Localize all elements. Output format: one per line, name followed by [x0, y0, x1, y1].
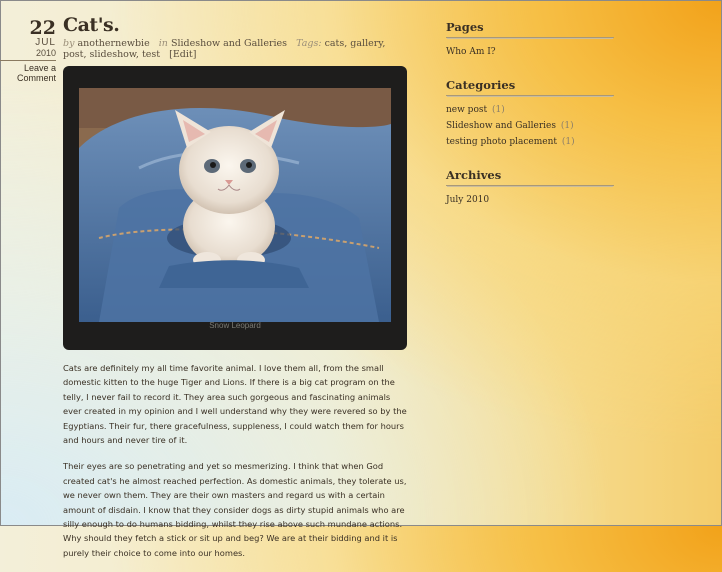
pages-list: Who Am I?: [446, 44, 614, 60]
category-count: (1): [561, 137, 575, 147]
post-date-month: JUL: [35, 37, 56, 48]
post-paragraph: Their eyes are so penetrating and yet so…: [63, 461, 407, 558]
archive-link-july-2010[interactable]: July 2010: [446, 192, 614, 208]
sidebar: Pages Who Am I? Categories new post (1) …: [446, 20, 614, 226]
post-image[interactable]: [79, 88, 391, 322]
category-item: Slideshow and Galleries (1): [446, 118, 614, 134]
category-count: (1): [560, 121, 574, 131]
page-link-who-am-i[interactable]: Who Am I?: [446, 44, 614, 60]
by-label: by: [63, 38, 75, 49]
edit-link[interactable]: [Edit]: [169, 49, 196, 60]
post-date-day: 22: [29, 17, 56, 39]
image-caption: Snow Leopard: [209, 321, 261, 330]
categories-heading: Categories: [446, 78, 614, 96]
category-link[interactable]: Slideshow and Galleries: [446, 121, 556, 131]
post-title[interactable]: Cat's.: [63, 14, 120, 36]
kitten-in-jeans-illustration: [79, 88, 391, 322]
archives-list: July 2010: [446, 192, 614, 208]
category-link[interactable]: testing photo placement: [446, 137, 557, 147]
image-panel: Snow Leopard: [63, 66, 407, 350]
leave-comment-link[interactable]: Leave a Comment: [0, 60, 56, 83]
category-link[interactable]: new post: [446, 105, 487, 115]
categories-list: new post (1) Slideshow and Galleries (1)…: [446, 102, 614, 150]
post-paragraph: Cats are definitely my all time favorite…: [63, 363, 407, 446]
category-link[interactable]: Slideshow and Galleries: [171, 38, 287, 49]
category-item: testing photo placement (1): [446, 134, 614, 150]
post-meta: by anothernewbie in Slideshow and Galler…: [63, 38, 403, 60]
category-item: new post (1): [446, 102, 614, 118]
author-link[interactable]: anothernewbie: [77, 38, 149, 49]
in-label: in: [158, 38, 168, 49]
post-date: 22 JUL 2010: [0, 18, 56, 58]
tags-label: Tags:: [296, 38, 322, 49]
post-body: Cats are definitely my all time favorite…: [63, 361, 409, 572]
post-date-year: 2010: [35, 48, 56, 58]
category-count: (1): [491, 105, 505, 115]
archives-heading: Archives: [446, 168, 614, 186]
pages-heading: Pages: [446, 20, 614, 38]
